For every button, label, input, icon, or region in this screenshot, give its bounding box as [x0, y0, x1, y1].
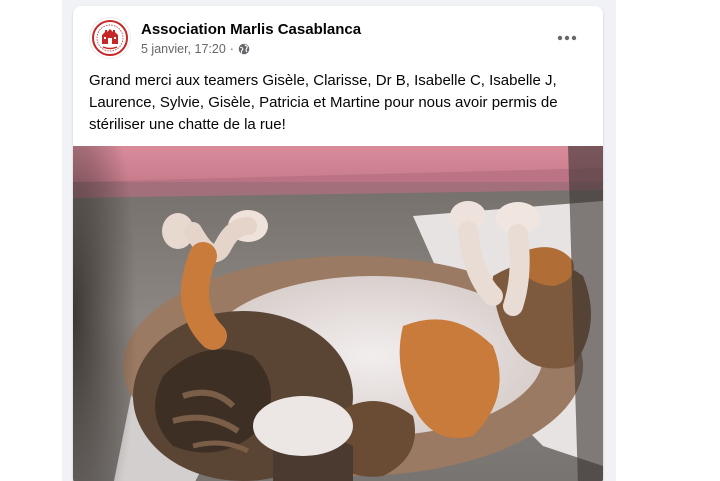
post-message: Grand merci aux teamers Gisèle, Clarisse… — [89, 72, 558, 133]
sleeping-calico-cat-photo — [73, 146, 603, 481]
meta-separator: · — [229, 42, 234, 56]
page-name-link[interactable]: Association Marlis Casablanca — [141, 21, 361, 38]
globe-icon[interactable] — [238, 43, 250, 55]
association-logo-icon — [90, 18, 130, 58]
page: Association Marlis Casablanca 5 janvier,… — [0, 0, 720, 481]
more-options-icon — [557, 35, 577, 41]
post-meta: 5 janvier, 17:20 · — [141, 42, 250, 56]
post-timestamp[interactable]: 5 janvier, 17:20 — [141, 42, 226, 56]
post-photo[interactable] — [73, 146, 603, 481]
page-avatar[interactable] — [90, 18, 130, 58]
post-card: Association Marlis Casablanca 5 janvier,… — [73, 6, 603, 481]
more-options-button[interactable] — [551, 22, 583, 54]
post-header: Association Marlis Casablanca 5 janvier,… — [73, 6, 603, 66]
